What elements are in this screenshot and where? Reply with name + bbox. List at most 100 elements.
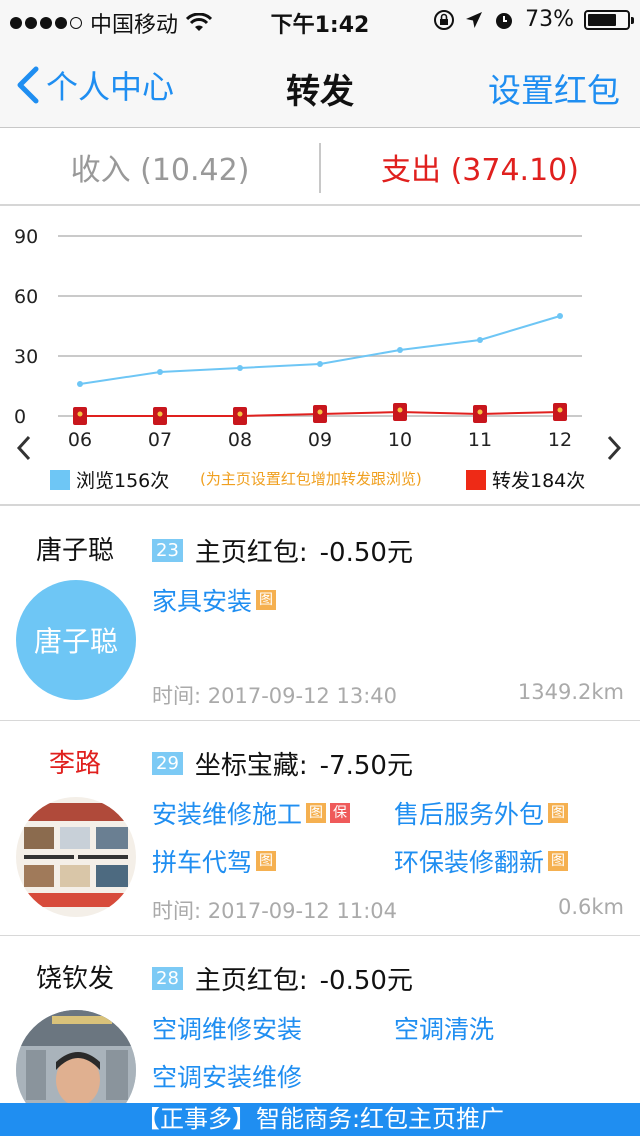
image-icon: 图 (306, 803, 327, 823)
legend-browse: 浏览156次 (50, 466, 169, 493)
red-packet-seal (477, 409, 483, 415)
level-badge: 28 (152, 967, 183, 990)
level-badge: 23 (152, 539, 183, 562)
y-tick-label: 0 (14, 406, 26, 428)
item-amount: -0.50元 (319, 538, 413, 568)
tab-divider (319, 143, 321, 193)
list-item[interactable]: 唐子聪 唐子聪 23 主页红包: -0.50元 家具安装 图 时间: 2017-… (0, 508, 640, 721)
red-packet-seal (397, 407, 403, 413)
tab-bar: 收入 (10.42) 支出 (374.10) (0, 129, 640, 206)
service-tag[interactable]: 空调维修安装 (152, 1010, 302, 1046)
image-icon: 图 (548, 851, 569, 871)
battery-percent: 73% (525, 7, 574, 32)
status-right: 73% (433, 7, 634, 32)
item-header: 29 坐标宝藏: -7.50元 (152, 745, 413, 782)
x-tick-label: 12 (548, 429, 572, 451)
legend-forward: 转发184次 (466, 466, 585, 493)
item-type: 主页红包: (194, 966, 308, 996)
avatar[interactable] (16, 797, 136, 917)
list-item[interactable]: 李路 29 坐标宝藏: -7.50元 安装维修施工 图 保 售后服务外包 图 拼… (0, 721, 640, 936)
item-time: 时间: 2017-09-12 13:40 (152, 684, 397, 708)
battery-icon (584, 9, 634, 30)
item-distance: 0.6km (557, 895, 624, 919)
legend-swatch-browse (50, 469, 70, 490)
series-line (79, 315, 561, 385)
x-tick-label: 11 (468, 429, 492, 451)
image-icon: 图 (256, 590, 277, 610)
x-tick-label: 10 (388, 429, 412, 451)
service-tag-label: 拼车代驾 (152, 848, 253, 877)
tab-expense[interactable]: 支出 (374.10) (320, 129, 640, 204)
x-tick-label: 08 (228, 429, 252, 451)
tab-income[interactable]: 收入 (10.42) (0, 129, 320, 204)
data-point (477, 337, 483, 343)
legend-swatch-forward (466, 469, 486, 490)
x-tick-label: 06 (68, 429, 92, 451)
service-tag-label: 环保装修翻新 (394, 848, 545, 877)
chart-canvas: 90 60 30 0 06 07 08 09 10 11 12 (14, 226, 582, 451)
chevron-left-icon (16, 435, 31, 461)
chevron-right-icon (607, 435, 622, 461)
line-chart: 90 60 30 0 06 07 08 09 10 11 12 浏览156次 (为主页设置红包增加转… (0, 208, 640, 506)
red-packet-seal (237, 411, 243, 417)
transaction-list: 唐子聪 唐子聪 23 主页红包: -0.50元 家具安装 图 时间: 2017-… (0, 508, 640, 1130)
nav-bar: 个人中心 转发 设置红包 (0, 40, 640, 128)
service-tag[interactable]: 售后服务外包 图 (394, 795, 569, 831)
x-tick-label: 07 (148, 429, 172, 451)
location-icon (466, 11, 483, 28)
x-tick-label: 09 (308, 429, 332, 451)
y-tick-label: 90 (14, 226, 38, 248)
data-point (557, 313, 563, 319)
chart-legend: 浏览156次 (为主页设置红包增加转发跟浏览) 转发184次 (0, 466, 640, 496)
alarm-icon (496, 12, 513, 29)
service-tag[interactable]: 空调安装维修 (152, 1058, 302, 1094)
image-icon: 图 (548, 803, 569, 823)
avatar[interactable]: 唐子聪 (16, 580, 136, 700)
service-tag[interactable]: 安装维修施工 图 保 (152, 795, 351, 831)
service-tag[interactable]: 空调清洗 (394, 1010, 494, 1046)
legend-browse-label: 浏览156次 (76, 470, 170, 492)
data-point (317, 361, 323, 367)
service-tag[interactable]: 拼车代驾 图 (152, 843, 277, 879)
data-point (77, 381, 83, 387)
rotation-lock-icon (434, 9, 455, 30)
service-tag-label: 售后服务外包 (394, 800, 545, 829)
y-tick-label: 60 (14, 286, 38, 308)
service-tag-label: 家具安装 (152, 587, 253, 616)
image-icon: 图 (256, 851, 277, 871)
legend-note: (为主页设置红包增加转发跟浏览) (200, 470, 422, 488)
service-tag[interactable]: 家具安装 图 (152, 582, 277, 618)
user-name: 李路 (48, 749, 101, 779)
level-badge: 29 (152, 752, 183, 775)
item-distance: 1349.2km (517, 680, 624, 704)
item-amount: -7.50元 (319, 751, 413, 781)
service-tag[interactable]: 环保装修翻新 图 (394, 843, 569, 879)
list-item[interactable]: 饶钦发 28 主页红包: -0.50元 空调维修安装 空调清洗 空调安装维修 (0, 936, 640, 1130)
guarantee-icon: 保 (330, 803, 351, 823)
set-red-packet-button[interactable]: 设置红包 (488, 64, 620, 112)
red-packet-seal (77, 411, 83, 417)
data-point (397, 347, 403, 353)
red-packet-seal (157, 411, 163, 417)
data-point (157, 369, 163, 375)
item-meta: 时间: 2017-09-12 13:40 1349.2km (152, 680, 624, 710)
avatar-photo-icon (16, 797, 136, 917)
y-tick-label: 30 (14, 346, 38, 368)
red-packet-seal (557, 407, 563, 413)
service-tag-label: 空调清洗 (394, 1015, 495, 1044)
item-type: 主页红包: (194, 538, 308, 568)
item-type: 坐标宝藏: (194, 751, 308, 781)
user-name: 唐子聪 (35, 536, 114, 566)
legend-forward-label: 转发184次 (492, 470, 586, 492)
service-tag-label: 空调维修安装 (152, 1015, 303, 1044)
item-time: 时间: 2017-09-12 11:04 (152, 899, 397, 923)
item-amount: -0.50元 (319, 966, 413, 996)
item-meta: 时间: 2017-09-12 11:04 0.6km (152, 895, 624, 925)
service-tag-label: 空调安装维修 (152, 1063, 303, 1092)
service-tag-label: 安装维修施工 (152, 800, 303, 829)
promo-banner[interactable]: 【正事多】智能商务:红包主页推广 (0, 1103, 640, 1136)
status-bar: 中国移动 下午1:42 73% (0, 0, 640, 40)
data-point (237, 365, 243, 371)
item-header: 28 主页红包: -0.50元 (152, 960, 413, 997)
item-header: 23 主页红包: -0.50元 (152, 532, 413, 569)
